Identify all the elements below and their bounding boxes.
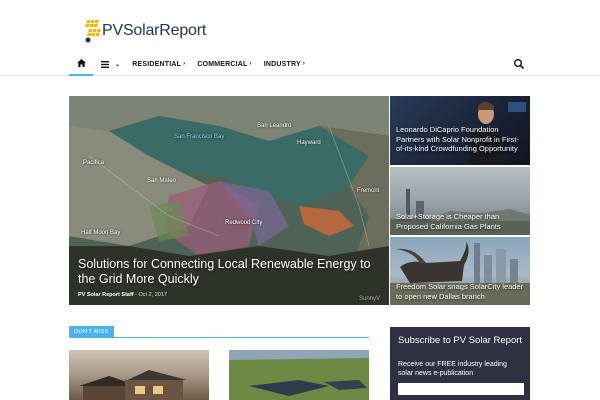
side-article-3[interactable]: Freedom Solar snags SolarCity leader to … — [390, 237, 530, 305]
chevron-down-icon: › — [249, 61, 252, 67]
hamburger-menu-icon — [101, 60, 109, 68]
nav-item-label: INDUSTRY — [263, 60, 301, 68]
solar-panel-logo-icon — [84, 18, 101, 44]
solar-farm-aerial-image — [229, 350, 369, 400]
map-label: Half Moon Bay — [81, 230, 121, 236]
dont-miss-label: DON'T MISS — [69, 326, 114, 338]
subscribe-title: Subscribe to PV Solar Report — [397, 335, 523, 346]
nav-item-label: RESIDENTIAL — [132, 60, 182, 68]
nav-item-industry[interactable]: INDUSTRY › — [258, 52, 311, 76]
nav-item-label: COMMERCIAL — [197, 60, 248, 68]
side-article-1[interactable]: Leonardo DiCaprio Foundation Partners wi… — [390, 96, 530, 165]
nav-home[interactable] — [69, 52, 93, 76]
nav-menu[interactable]: ⌄ — [93, 52, 126, 76]
subscribe-text: Receive our FREE industry leading solar … — [398, 361, 507, 377]
map-label: San Francisco Bay — [174, 134, 225, 140]
site-logo[interactable]: PVSolarReport — [84, 18, 206, 44]
home-icon — [76, 59, 86, 67]
chevron-down-icon: › — [183, 61, 186, 67]
dont-miss-thumbnail-1[interactable] — [69, 350, 209, 400]
side-article-2[interactable]: Solar+Storage is Cheaper than Proposed C… — [390, 167, 530, 235]
dont-miss-section-header: DON'T MISS — [69, 326, 369, 338]
chevron-down-icon: › — [302, 61, 306, 67]
chevron-down-icon: ⌄ — [115, 61, 121, 68]
side-article-title[interactable]: Solar+Storage is Cheaper than Proposed C… — [396, 212, 524, 231]
image-watermark: SunnyV — [359, 296, 381, 302]
map-label: San Leandro — [257, 123, 292, 129]
map-label: Pacifica — [83, 160, 105, 166]
featured-article[interactable]: San Francisco Bay Pacifica San Mateo Hal… — [69, 96, 389, 305]
nav-item-commercial[interactable]: COMMERCIAL › — [191, 52, 257, 76]
article-author[interactable]: PV Solar Report Staff — [78, 292, 134, 298]
side-article-title[interactable]: Leonardo DiCaprio Foundation Partners wi… — [396, 125, 524, 154]
map-label: Redwood City — [225, 220, 263, 226]
map-label: Hayward — [297, 140, 321, 146]
solar-house-image — [79, 370, 187, 400]
subscribe-widget: Subscribe to PV Solar Report Receive our… — [390, 327, 530, 400]
search-icon[interactable] — [513, 58, 525, 70]
nav-item-residential[interactable]: RESIDENTIAL › — [126, 52, 191, 76]
map-label: San Mateo — [147, 178, 177, 184]
subscribe-email-input[interactable] — [398, 383, 524, 395]
map-label: Fremont — [357, 188, 380, 194]
featured-article-title[interactable]: Solutions for Connecting Local Renewable… — [78, 257, 378, 287]
main-nav: ⌄ RESIDENTIAL › COMMERCIAL › INDUSTRY › — [0, 52, 600, 76]
article-date: Oct 2, 2017 — [138, 292, 167, 298]
featured-article-meta: PV Solar Report Staff - Oct 2, 2017 — [78, 292, 167, 298]
dont-miss-thumbnail-2[interactable] — [229, 350, 369, 400]
logo-text: PVSolarReport — [102, 22, 207, 39]
side-article-title[interactable]: Freedom Solar snags SolarCity leader to … — [396, 282, 524, 301]
